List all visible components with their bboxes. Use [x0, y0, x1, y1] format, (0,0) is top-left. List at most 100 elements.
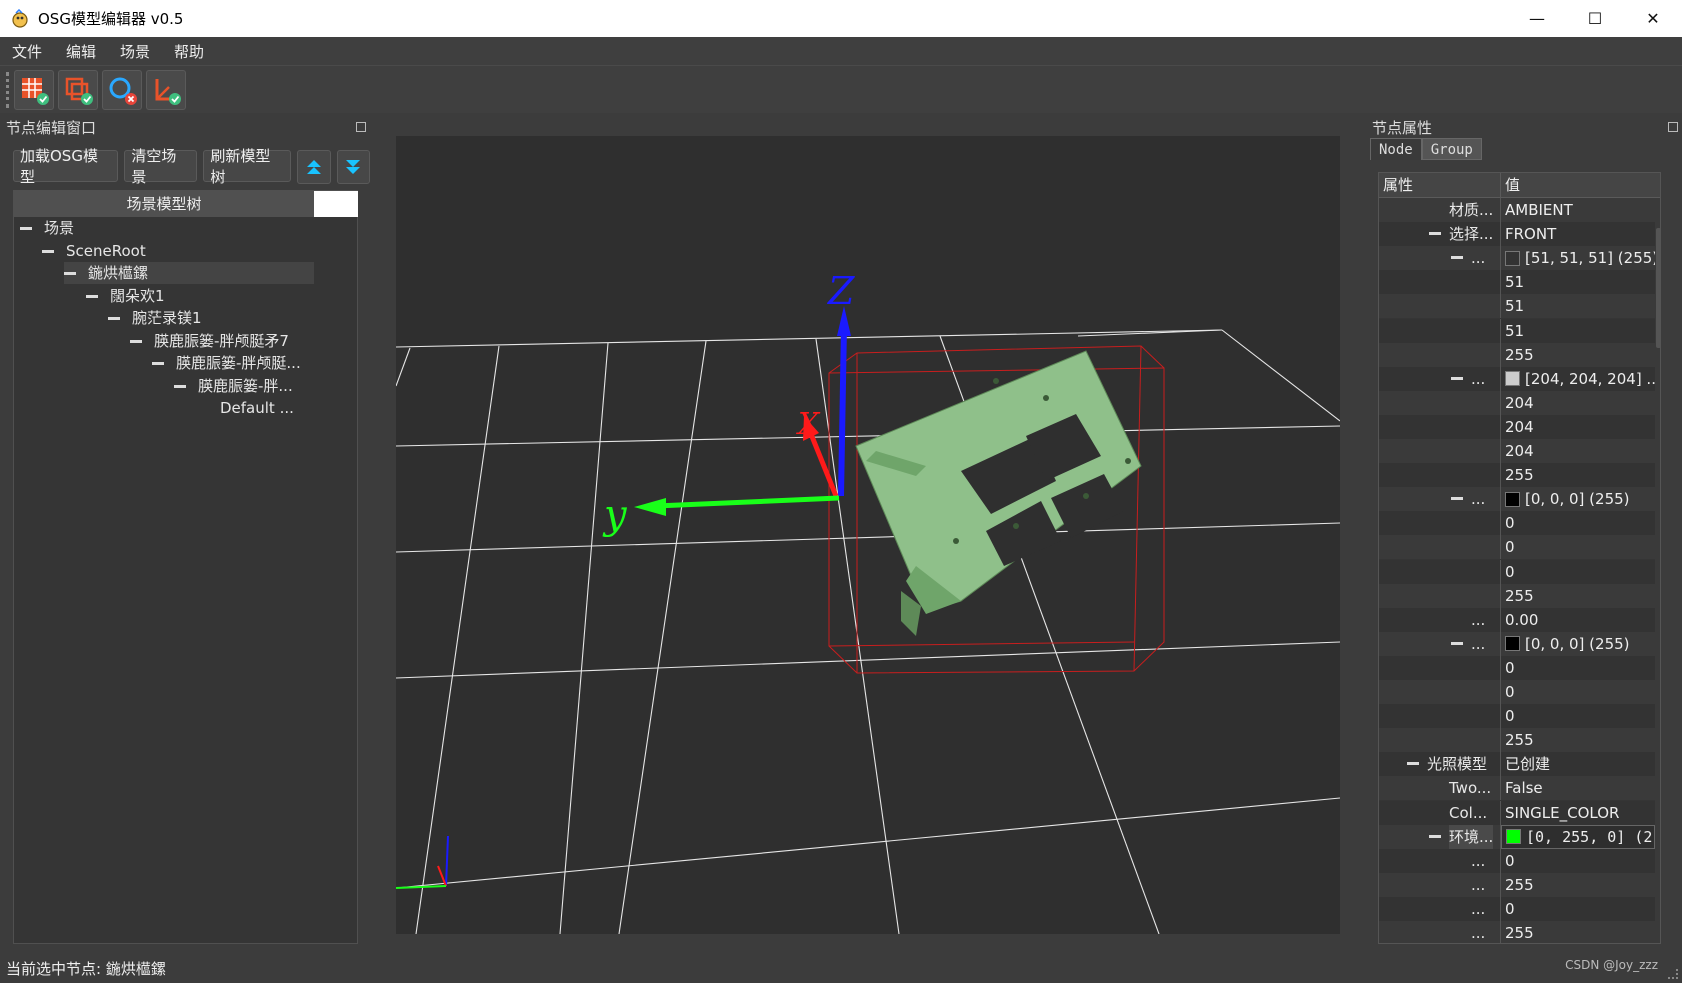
tree-node[interactable]: 朠鹿脤篓-胖... — [174, 375, 293, 397]
property-row[interactable]: 0 — [1379, 704, 1655, 729]
property-key-cell[interactable] — [1379, 535, 1501, 560]
property-key-cell[interactable] — [1379, 511, 1501, 536]
collapse-icon[interactable] — [1451, 641, 1463, 645]
column-header-property[interactable]: 属性 — [1379, 173, 1501, 198]
property-value-cell[interactable]: 51 — [1501, 270, 1655, 294]
property-key-cell[interactable] — [1379, 463, 1501, 488]
property-value-cell[interactable]: 204 — [1501, 415, 1655, 439]
collapse-icon[interactable] — [1429, 834, 1441, 838]
property-value-cell[interactable]: 204 — [1501, 439, 1655, 463]
property-row[interactable]: 255 — [1379, 463, 1655, 488]
property-table[interactable]: 属性 值 材质... AMBIENT 选择... FRONT... [51, 51, 5… — [1378, 172, 1661, 944]
property-key-cell[interactable]: ... — [1379, 487, 1501, 512]
property-value-cell[interactable]: 已创建 — [1501, 752, 1655, 776]
minimize-button[interactable]: — — [1508, 0, 1566, 37]
collapse-icon[interactable] — [108, 317, 120, 320]
menu-edit[interactable]: 编辑 — [54, 41, 108, 62]
property-row[interactable]: 255 — [1379, 583, 1655, 608]
property-value-cell[interactable]: False — [1501, 776, 1655, 800]
collapse-icon[interactable] — [1407, 762, 1419, 766]
property-value-cell[interactable]: SINGLE_COLOR — [1501, 801, 1655, 825]
3d-viewport[interactable]: Z X y — [396, 136, 1340, 934]
property-key-cell[interactable] — [1379, 390, 1501, 415]
tree-node[interactable]: 场景 — [20, 217, 74, 239]
property-value-cell[interactable]: 255 — [1501, 463, 1655, 487]
property-row[interactable]: ... [0, 0, 0] (255) — [1379, 631, 1655, 656]
refresh-tree-button[interactable]: 刷新模型树 — [203, 147, 292, 186]
property-key-cell[interactable] — [1379, 342, 1501, 367]
property-row[interactable]: 0 — [1379, 559, 1655, 584]
color-swatch[interactable] — [1505, 250, 1520, 266]
property-row[interactable]: 0 — [1379, 511, 1655, 536]
property-row[interactable]: ... [51, 51, 51] (255) — [1379, 246, 1655, 271]
tree-node[interactable]: 朠鹿脤篓-胖颅脡... — [152, 352, 301, 374]
property-value-cell[interactable]: AMBIENT — [1501, 198, 1655, 222]
menu-file[interactable]: 文件 — [0, 41, 54, 62]
property-value-cell[interactable]: 0.00 — [1501, 608, 1655, 632]
property-row[interactable]: 选择... FRONT — [1379, 222, 1655, 247]
property-value-cell[interactable]: 204 — [1501, 391, 1655, 415]
property-key-cell[interactable] — [1379, 318, 1501, 343]
tab-node[interactable]: Node — [1370, 138, 1422, 160]
tab-group[interactable]: Group — [1421, 138, 1482, 160]
property-value-cell[interactable]: 0 — [1501, 897, 1655, 921]
tree-node[interactable]: SceneRoot — [42, 240, 146, 262]
collapse-icon[interactable] — [1451, 376, 1463, 380]
float-icon[interactable] — [356, 122, 366, 132]
property-row[interactable]: 255 — [1379, 728, 1655, 753]
property-row[interactable]: 51 — [1379, 318, 1655, 343]
property-key-cell[interactable] — [1379, 704, 1501, 729]
property-key-cell[interactable]: ... — [1379, 872, 1501, 897]
property-value-cell[interactable]: 0 — [1501, 511, 1655, 535]
property-value-cell[interactable]: [0, 0, 0] (255) — [1501, 487, 1655, 511]
property-value-editor[interactable]: [0, 255, 0] (2! — [1501, 824, 1655, 849]
property-key-cell[interactable] — [1379, 270, 1501, 295]
resize-grip[interactable] — [1668, 969, 1678, 979]
tree-node[interactable]: 鍦烘櫙鏍 — [64, 262, 314, 284]
property-value-cell[interactable]: [51, 51, 51] (255) — [1501, 246, 1655, 270]
property-row[interactable]: 光照模型 已创建 — [1379, 752, 1655, 777]
property-key-cell[interactable]: 材质... — [1379, 198, 1501, 222]
property-value-cell[interactable]: 255 — [1501, 343, 1655, 367]
tree-node[interactable]: 腕茫录镁1 — [108, 307, 202, 329]
property-value-cell[interactable]: 0 — [1501, 560, 1655, 584]
property-row[interactable]: 255 — [1379, 342, 1655, 367]
property-row[interactable]: 204 — [1379, 439, 1655, 463]
menu-scene[interactable]: 场景 — [108, 41, 162, 62]
property-row[interactable]: 51 — [1379, 270, 1655, 295]
property-key-cell[interactable]: ... — [1379, 896, 1501, 921]
property-key-cell[interactable]: ... — [1379, 246, 1501, 271]
axis-button[interactable] — [146, 70, 186, 110]
property-key-cell[interactable]: ... — [1379, 921, 1501, 943]
tree-node[interactable]: Default ... — [196, 397, 294, 419]
property-key-cell[interactable] — [1379, 583, 1501, 608]
property-value-cell[interactable]: 0 — [1501, 656, 1655, 680]
property-key-cell[interactable] — [1379, 655, 1501, 680]
tree-node[interactable]: 闊朵欢1 — [86, 285, 165, 307]
search-remove-button[interactable] — [102, 70, 142, 110]
property-key-cell[interactable]: Col... — [1379, 800, 1501, 825]
property-row[interactable]: ... 255 — [1379, 872, 1655, 897]
scene-canvas[interactable]: Z X y — [396, 136, 1340, 934]
load-table-button[interactable] — [14, 70, 54, 110]
property-value-cell[interactable]: 51 — [1501, 294, 1655, 318]
layers-button[interactable] — [58, 70, 98, 110]
property-row[interactable]: ... 0 — [1379, 896, 1655, 921]
property-key-cell[interactable] — [1379, 680, 1501, 704]
collapse-icon[interactable] — [1451, 497, 1463, 501]
collapse-icon[interactable] — [174, 384, 186, 388]
property-row[interactable]: Col... SINGLE_COLOR — [1379, 800, 1655, 825]
property-value-cell[interactable]: 255 — [1501, 728, 1655, 752]
float-icon[interactable] — [1668, 122, 1678, 132]
property-key-cell[interactable] — [1379, 439, 1501, 463]
property-row[interactable]: ... 255 — [1379, 921, 1655, 943]
property-row[interactable]: Two... False — [1379, 776, 1655, 801]
property-key-cell[interactable]: 选择... — [1379, 222, 1501, 247]
collapse-icon[interactable] — [64, 272, 76, 275]
property-row[interactable]: ... [204, 204, 204] ... — [1379, 366, 1655, 391]
column-header-value[interactable]: 值 — [1501, 173, 1520, 198]
collapse-icon[interactable] — [130, 339, 142, 343]
property-row[interactable]: 204 — [1379, 390, 1655, 415]
property-row[interactable]: 204 — [1379, 414, 1655, 439]
property-key-cell[interactable]: ... — [1379, 366, 1501, 391]
